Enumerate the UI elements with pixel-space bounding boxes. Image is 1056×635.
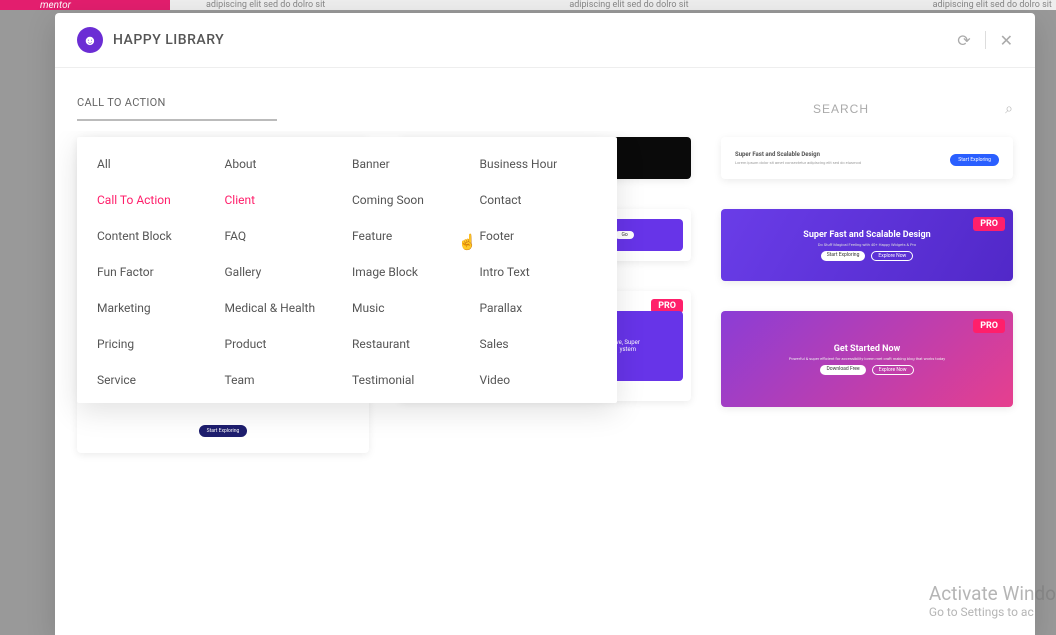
category-item-fun-factor[interactable]: Fun Factor xyxy=(97,265,215,279)
category-item-marketing[interactable]: Marketing xyxy=(97,301,215,315)
card-subtitle: Lorem ipsum dolor sit amet consectetur a… xyxy=(735,160,861,165)
category-item-intro-text[interactable]: Intro Text xyxy=(480,265,598,279)
card-button: Explore Now xyxy=(871,251,913,261)
category-item-banner[interactable]: Banner xyxy=(352,157,470,171)
search-input[interactable] xyxy=(813,102,1005,116)
modal-body: Start Exploring Start Exploring Go PRO v… xyxy=(55,131,1035,635)
template-card[interactable]: PRO Super Fast and Scalable Design Do St… xyxy=(721,209,1013,281)
pro-badge: PRO xyxy=(973,217,1005,231)
modal-title: HAPPY LIBRARY xyxy=(113,32,224,48)
category-item-contact[interactable]: Contact xyxy=(480,193,598,207)
category-item-video[interactable]: Video xyxy=(480,373,598,387)
category-filter-dropdown[interactable]: CALL TO ACTION xyxy=(77,96,277,121)
bg-lorem-1: adipiscing elit sed do dolro sit amet xyxy=(206,0,329,10)
card-button: Start Exploring xyxy=(950,154,999,166)
card-button: Start Exploring xyxy=(199,425,248,437)
category-item-coming-soon[interactable]: Coming Soon xyxy=(352,193,470,207)
close-icon[interactable]: ✕ xyxy=(1000,31,1013,50)
modal-toolbar: CALL TO ACTION ⌕ xyxy=(55,68,1035,131)
sync-icon[interactable]: ⟳ xyxy=(957,31,970,50)
card-title: Super Fast and Scalable Design xyxy=(735,151,861,158)
card-button: Start Exploring xyxy=(821,251,866,261)
card-subtitle: Do Stuff Magical Feeling with 40+ Happy … xyxy=(818,242,916,247)
bg-lorem-3: adipiscing elit sed do dolro sit amet xyxy=(933,0,1056,10)
pro-badge: PRO xyxy=(973,319,1005,333)
category-item-testimonial[interactable]: Testimonial xyxy=(352,373,470,387)
card-button: Download Free xyxy=(820,365,865,375)
category-item-call-to-action[interactable]: Call To Action xyxy=(97,193,215,207)
bg-lorem-2: adipiscing elit sed do dolro sit amet xyxy=(569,0,692,10)
elementor-sidebar-strip: mentor xyxy=(0,0,170,10)
template-card[interactable]: PRO Get Started Now Powerful & super eff… xyxy=(721,311,1013,407)
category-item-product[interactable]: Product xyxy=(225,337,343,351)
card-subtitle: Powerful & super efficient for accessibi… xyxy=(789,356,945,361)
category-item-medical-health[interactable]: Medical & Health xyxy=(225,301,343,315)
category-megamenu: All About Banner Business Hour Call To Actio… xyxy=(77,137,617,403)
card-button: Explore Now xyxy=(872,365,914,375)
category-item-all[interactable]: All xyxy=(97,157,215,171)
category-item-sales[interactable]: Sales xyxy=(480,337,598,351)
category-item-image-block[interactable]: Image Block xyxy=(352,265,470,279)
category-item-team[interactable]: Team xyxy=(225,373,343,387)
category-item-restaurant[interactable]: Restaurant xyxy=(352,337,470,351)
modal-header: ☻ HAPPY LIBRARY ⟳ ✕ xyxy=(55,13,1035,68)
category-item-music[interactable]: Music xyxy=(352,301,470,315)
search-icon[interactable]: ⌕ xyxy=(1005,101,1013,117)
category-item-footer[interactable]: Footer xyxy=(480,229,598,243)
happy-library-modal: ☻ HAPPY LIBRARY ⟳ ✕ CALL TO ACTION ⌕ Sta… xyxy=(55,13,1035,635)
card-title: Super Fast and Scalable Design xyxy=(803,230,930,240)
category-item-client[interactable]: Client xyxy=(225,193,343,207)
category-item-feature[interactable]: Feature xyxy=(352,229,470,243)
search-wrap: ⌕ xyxy=(813,101,1013,117)
page-bg-text: adipiscing elit sed do dolro sit amet ad… xyxy=(170,0,1056,10)
category-item-business-hour[interactable]: Business Hour xyxy=(480,157,598,171)
category-item-faq[interactable]: FAQ xyxy=(225,229,343,243)
card-button: Go xyxy=(615,231,633,239)
category-item-pricing[interactable]: Pricing xyxy=(97,337,215,351)
happy-logo-icon: ☻ xyxy=(77,27,103,53)
card-title: Get Started Now xyxy=(834,344,900,354)
category-item-about[interactable]: About xyxy=(225,157,343,171)
category-item-service[interactable]: Service xyxy=(97,373,215,387)
category-item-parallax[interactable]: Parallax xyxy=(480,301,598,315)
header-divider xyxy=(985,31,986,49)
category-item-content-block[interactable]: Content Block xyxy=(97,229,215,243)
template-card[interactable]: Super Fast and Scalable Design Lorem ips… xyxy=(721,137,1013,179)
category-item-gallery[interactable]: Gallery xyxy=(225,265,343,279)
